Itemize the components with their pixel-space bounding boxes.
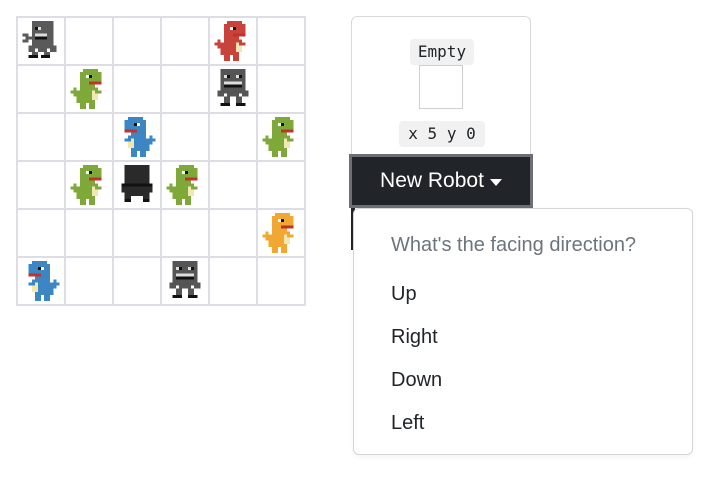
board-cell[interactable] [162,18,208,64]
black-robot-sprite [121,165,153,202]
coordinates-readout: x 5 y 0 [399,121,485,147]
board-cell[interactable] [18,114,64,160]
menu-item-right[interactable]: Right [354,317,692,357]
board-cell[interactable] [210,258,256,304]
board-cell[interactable] [66,210,112,256]
green-dino-sprite [166,165,198,205]
board-cell[interactable] [114,162,160,208]
board-cell[interactable] [114,66,160,112]
menu-header: What's the facing direction? [391,234,637,256]
caret-down-icon [489,178,502,186]
board-cell[interactable] [258,66,304,112]
board-cell[interactable] [258,162,304,208]
board-cell[interactable] [162,66,208,112]
menu-item-up[interactable]: Up [354,274,692,314]
board-cell[interactable] [66,114,112,160]
menu-item-down[interactable]: Down [354,360,692,400]
board-cell[interactable] [210,210,256,256]
game-board [16,16,306,306]
new-robot-label: New Robot [380,169,484,192]
board-cell[interactable] [210,18,256,64]
sprite-preview [419,65,463,109]
blue-dino-sprite [28,261,60,301]
board-cell[interactable] [258,210,304,256]
green-dino-sprite [262,117,294,157]
board-cell[interactable] [114,258,160,304]
board-cell[interactable] [162,210,208,256]
green-dino-sprite [70,69,102,109]
board-cell[interactable] [18,66,64,112]
board-cell[interactable] [66,258,112,304]
board-cell[interactable] [210,114,256,160]
board-cell[interactable] [114,114,160,160]
board-cell[interactable] [18,210,64,256]
new-robot-button[interactable]: New Robot [349,154,533,208]
gray-robot-sprite [22,21,57,58]
board-cell[interactable] [258,114,304,160]
board-cell[interactable] [162,114,208,160]
gray-robot-sprite [169,261,201,298]
board-cell[interactable] [66,18,112,64]
board-cell[interactable] [18,258,64,304]
facing-direction-menu: What's the facing direction? Up Right Do… [353,208,693,455]
board-cell[interactable] [258,18,304,64]
board-cell[interactable] [162,258,208,304]
board-cell[interactable] [258,258,304,304]
gray-robot-sprite [217,69,249,106]
green-dino-sprite [70,165,102,205]
menu-item-left[interactable]: Left [354,403,692,443]
board-cell[interactable] [66,162,112,208]
board-cell[interactable] [210,162,256,208]
board-cell[interactable] [162,162,208,208]
board-cell[interactable] [114,210,160,256]
board-cell[interactable] [210,66,256,112]
selection-status: Empty [410,39,474,65]
orange-dino-sprite [262,213,294,253]
board-cell[interactable] [18,162,64,208]
blue-dino-sprite [124,117,156,157]
board-cell[interactable] [18,18,64,64]
board-cell[interactable] [66,66,112,112]
red-dino-sprite [214,21,246,61]
board-cell[interactable] [114,18,160,64]
